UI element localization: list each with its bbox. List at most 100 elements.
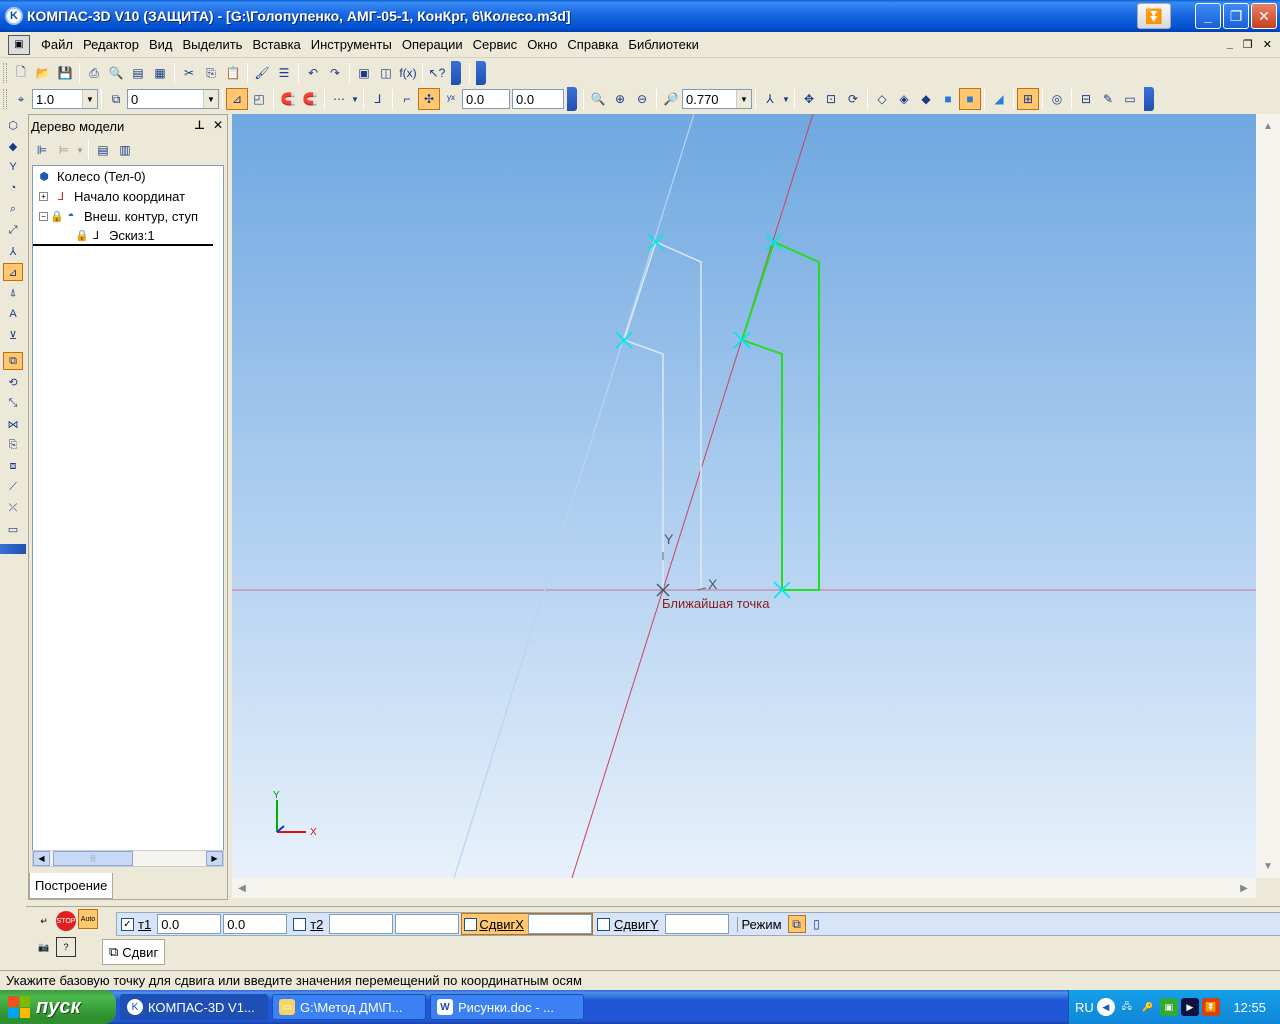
chevron-down-icon[interactable]: ▼ bbox=[203, 90, 218, 108]
scroll-left-icon[interactable]: ◀ bbox=[234, 880, 250, 896]
zoom-window-icon[interactable]: 🔍 bbox=[587, 88, 609, 110]
start-button[interactable]: пуск bbox=[0, 990, 116, 1024]
tool-icon-2[interactable]: ◆ bbox=[3, 137, 23, 155]
list-icon[interactable]: ☰ bbox=[273, 62, 295, 84]
scroll-left-icon[interactable]: ◀ bbox=[33, 851, 50, 866]
properties-icon[interactable]: ▦ bbox=[149, 62, 171, 84]
t2-y-field[interactable] bbox=[395, 914, 460, 934]
print-preview-icon[interactable]: 🔍 bbox=[105, 62, 127, 84]
doc-minimize-button[interactable]: _ bbox=[1227, 38, 1233, 51]
new-icon[interactable]: 🗋 bbox=[10, 62, 32, 84]
display-icon[interactable]: ▭ bbox=[1119, 88, 1141, 110]
copy-icon[interactable]: ⎘ bbox=[200, 62, 222, 84]
zoom-out-icon[interactable]: ⊖ bbox=[631, 88, 653, 110]
tree-properties-icon[interactable]: ▤ bbox=[92, 139, 114, 161]
task-word[interactable]: W Рисунки.doc - ... bbox=[430, 994, 584, 1020]
tool-icon-11[interactable]: ⊻ bbox=[3, 326, 23, 344]
model-icon[interactable]: ◎ bbox=[1046, 88, 1068, 110]
scroll-thumb[interactable]: ⦙⦙⦙ bbox=[53, 851, 133, 866]
stop-icon[interactable]: STOP bbox=[56, 911, 76, 931]
menu-view[interactable]: Вид bbox=[144, 37, 178, 52]
scroll-up-icon[interactable]: ▲ bbox=[1260, 118, 1276, 134]
viewport-vertical-scrollbar[interactable]: ▲ ▼ bbox=[1256, 114, 1280, 878]
library-icon[interactable]: ◫ bbox=[375, 62, 397, 84]
coord-xy-icon[interactable]: ʸˣ bbox=[440, 88, 462, 110]
camera-icon[interactable]: 📷 bbox=[34, 937, 54, 957]
open-icon[interactable]: 📂 bbox=[32, 62, 54, 84]
shift-tool-icon[interactable]: ⧉ bbox=[3, 352, 23, 370]
menu-insert[interactable]: Вставка bbox=[247, 37, 305, 52]
mode-copy-icon[interactable]: ⧉ bbox=[787, 915, 806, 933]
doc-restore-button[interactable]: ❐ bbox=[1243, 38, 1253, 51]
scroll-right-icon[interactable]: ▶ bbox=[206, 851, 223, 866]
expand-icon[interactable]: + bbox=[39, 191, 48, 201]
shifty-field[interactable] bbox=[664, 914, 729, 934]
rotate-tool-icon[interactable]: ⟲ bbox=[3, 373, 23, 391]
clear-tool-icon[interactable]: ▭ bbox=[3, 520, 23, 538]
manager-icon[interactable]: ▣ bbox=[353, 62, 375, 84]
close-button[interactable]: ✕ bbox=[1251, 3, 1277, 29]
menu-select[interactable]: Выделить bbox=[177, 37, 247, 52]
undo-icon[interactable]: ↶ bbox=[302, 62, 324, 84]
tab-shift[interactable]: ⧉ Сдвиг bbox=[102, 939, 166, 965]
edit-icon[interactable]: ✎ bbox=[1097, 88, 1119, 110]
t1-y-field[interactable]: 0.0 bbox=[223, 914, 288, 934]
menu-help[interactable]: Справка bbox=[562, 37, 623, 52]
chevron-down-icon[interactable]: ▼ bbox=[82, 90, 97, 108]
menu-file[interactable]: Файл bbox=[36, 37, 78, 52]
document-icon[interactable]: ▣ bbox=[8, 34, 30, 55]
tree-item-sketch[interactable]: 🔒 ⅃ Эскиз:1 bbox=[33, 226, 213, 246]
chevron-down-icon[interactable]: ▼ bbox=[736, 90, 751, 108]
tab-construction[interactable]: Построение bbox=[29, 873, 114, 899]
orientation-dropdown-icon[interactable]: ▼ bbox=[781, 88, 791, 110]
paste-icon[interactable]: 📋 bbox=[222, 62, 244, 84]
help-pointer-icon[interactable]: ↖? bbox=[426, 62, 448, 84]
tray-back-icon[interactable]: ◀ bbox=[1096, 998, 1115, 1016]
grid-dropdown-icon[interactable]: ▼ bbox=[350, 88, 360, 110]
t1-checkbox[interactable]: ✓ bbox=[121, 917, 134, 931]
print-icon[interactable]: ⎙ bbox=[83, 62, 105, 84]
tree-item-rotation[interactable]: − 🔒 ◓ Внеш. контур, ступ bbox=[33, 206, 223, 226]
library-collapse-button[interactable]: ⏬ bbox=[1137, 3, 1171, 29]
menu-editor[interactable]: Редактор bbox=[78, 37, 144, 52]
pin-icon[interactable]: ⊥ bbox=[194, 118, 205, 132]
tree-list-icon[interactable]: ▥ bbox=[114, 139, 136, 161]
tree-structure-icon[interactable]: ⊫ bbox=[31, 139, 53, 161]
step-cursor-icon[interactable]: ⌖ bbox=[10, 88, 32, 110]
tray-kompas-icon[interactable]: ⏬ bbox=[1201, 998, 1220, 1016]
filter-icon[interactable]: Y bbox=[3, 158, 23, 176]
constraints-icon[interactable]: ◰ bbox=[248, 88, 270, 110]
tray-app-icon[interactable]: ▣ bbox=[1159, 998, 1178, 1016]
measure-icon[interactable]: ⊟ bbox=[1075, 88, 1097, 110]
x-coord-field[interactable]: 0.0 bbox=[462, 89, 510, 109]
preview-icon[interactable]: ▤ bbox=[127, 62, 149, 84]
auto-create-icon[interactable]: Auto bbox=[78, 909, 98, 929]
variables-icon[interactable]: f(x) bbox=[397, 62, 419, 84]
tool-icon-10[interactable]: A bbox=[3, 305, 23, 323]
break-tool-icon[interactable]: ⤫ bbox=[3, 499, 23, 517]
ortho-mode-icon[interactable]: ✣ bbox=[418, 88, 440, 110]
language-indicator[interactable]: RU bbox=[1075, 1000, 1094, 1015]
grid-icon[interactable]: ⋯ bbox=[328, 88, 350, 110]
wireframe-icon[interactable]: ◇ bbox=[871, 88, 893, 110]
format-brush-icon[interactable]: 🖌 bbox=[251, 62, 273, 84]
tray-network-icon[interactable]: 🖧 bbox=[1118, 998, 1136, 1016]
tray-keys-icon[interactable]: 🔑 bbox=[1139, 998, 1157, 1016]
redo-icon[interactable]: ↷ bbox=[324, 62, 346, 84]
geometry-icon[interactable]: ⬡ bbox=[3, 116, 23, 134]
step-combo[interactable]: 1.0 ▼ bbox=[32, 89, 98, 109]
scroll-right-icon[interactable]: ▶ bbox=[1236, 880, 1252, 896]
scroll-down-icon[interactable]: ▼ bbox=[1260, 858, 1276, 874]
zoom-combo[interactable]: 0.770 ▼ bbox=[682, 89, 752, 109]
y-coord-field[interactable]: 0.0 bbox=[512, 89, 564, 109]
orientation-icon[interactable]: ⅄ bbox=[759, 88, 781, 110]
snap-magnet2-icon[interactable]: 🧲 bbox=[299, 88, 321, 110]
local-cs-icon[interactable]: ⅃ bbox=[367, 88, 389, 110]
tool-icon-7[interactable]: ⅄ bbox=[3, 242, 23, 260]
tree-item-root[interactable]: ⬢ Колесо (Тел-0) bbox=[33, 166, 223, 186]
hidden-lines-icon[interactable]: ◈ bbox=[893, 88, 915, 110]
thin-lines-icon[interactable]: ◆ bbox=[915, 88, 937, 110]
tree-filter-icon[interactable]: ⊨ bbox=[53, 139, 75, 161]
menu-tools[interactable]: Инструменты bbox=[306, 37, 397, 52]
tool-icon-5[interactable]: ⌕ bbox=[3, 200, 23, 218]
